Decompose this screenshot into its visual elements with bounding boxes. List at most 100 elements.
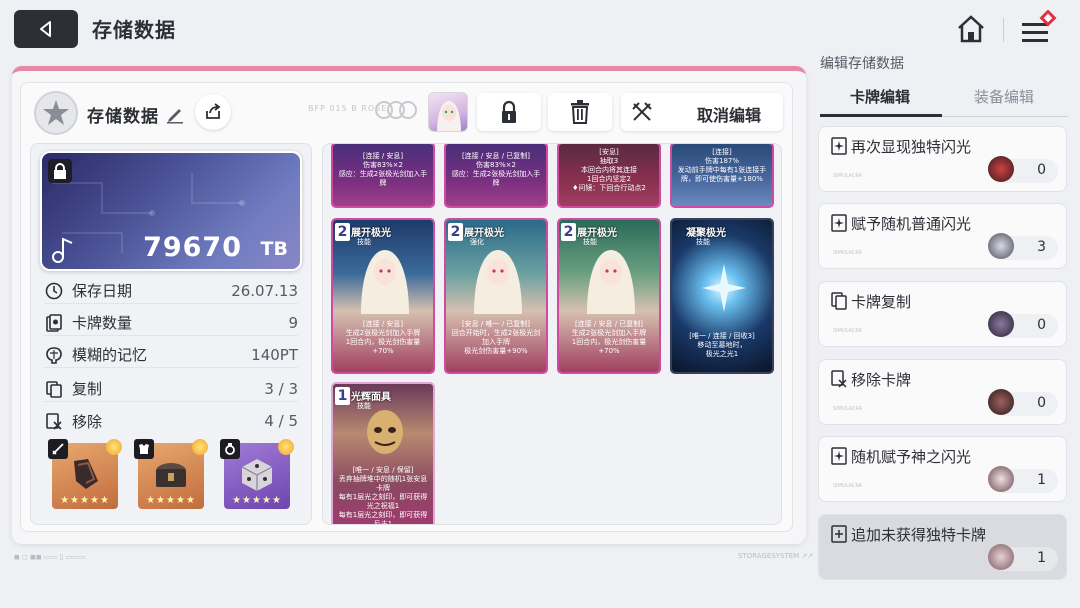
action-label: 卡牌复制 — [851, 293, 912, 311]
equipment-slot-armor[interactable]: ★★★★★ — [134, 439, 208, 509]
right-panel-header: 编辑存储数据 — [820, 56, 904, 72]
page-title: 存储数据 — [92, 18, 176, 42]
card-item[interactable]: 2 展开极光 强化 [安息 / 唯一 / 已复制] 回合开始时，生成2张极光剑加… — [444, 218, 548, 374]
delete-button[interactable] — [548, 93, 612, 131]
card-item[interactable]: 2 展开极光 技能 [连接 / 安息 / 已复制] 生成2张极光剑加入手牌 1回… — [557, 218, 661, 374]
equipment-stars: ★★★★★ — [232, 495, 282, 506]
copy-icon — [831, 292, 847, 310]
card-text: [安息] 抽取3 本回合内将其连接 1回合内坚定2 ♦问镜：下回合行动点2 — [572, 148, 646, 192]
lock-icon — [502, 100, 516, 123]
card-item[interactable]: [连接 / 安息 / 已复制] 伤害83%×2 感应：生成2张极光剑加入手牌 — [444, 144, 548, 208]
action-add-unowned-unique-card[interactable]: 追加未获得独特卡牌 1 — [818, 514, 1067, 580]
back-button[interactable] — [14, 10, 78, 48]
action-remove-card[interactable]: 移除卡牌 SIMULACRA 0 — [818, 359, 1067, 425]
edit-name-icon[interactable] — [165, 104, 185, 124]
card-text: [连接] 伤害187% 发动前手牌中每有1张连接手牌，即可使伤害量+180% — [677, 148, 767, 183]
armor-icon — [134, 439, 154, 459]
action-watermark: SIMULACRA — [833, 406, 863, 412]
cancel-edit-button[interactable]: 取消编辑 — [621, 93, 783, 131]
resource-orb-icon — [988, 156, 1014, 182]
resource-orb-icon — [988, 466, 1014, 492]
action-label: 移除卡牌 — [851, 371, 912, 389]
action-count: 1 — [1037, 550, 1046, 566]
tb-lock-icon — [48, 159, 72, 183]
save-emblem-icon — [34, 91, 78, 135]
remove-icon — [831, 370, 847, 388]
stat-row-save-date: 保存日期 26.07.13 — [44, 278, 298, 304]
stat-label: 模糊的记忆 — [72, 346, 148, 364]
action-counter: 1 — [988, 544, 1058, 571]
action-watermark: SIMULACRA — [833, 173, 863, 179]
stat-label: 复制 — [72, 380, 103, 398]
action-counter: 0 — [988, 156, 1058, 183]
tab-card-edit[interactable]: 卡牌编辑 — [850, 86, 910, 107]
equipment-stars: ★★★★★ — [60, 495, 110, 506]
card-text: [连接 / 安息] 伤害83%×2 感应：生成2张极光剑加入手牌 — [338, 152, 428, 187]
card-item[interactable]: 1 光辉面具 技能 [唯一 / 安息 / 保留] 丢弃抽牌堆中的随机1张安息卡牌… — [331, 382, 435, 525]
memory-icon — [44, 345, 64, 365]
card-cost: 2 — [335, 223, 350, 241]
card-item[interactable]: [连接] 伤害187% 发动前手牌中每有1张连接手牌，即可使伤害量+180% — [670, 144, 774, 208]
card-text: [连接 / 安息 / 已复制] 伤害83%×2 感应：生成2张极光剑加入手牌 — [451, 152, 541, 187]
stat-row-memory: 模糊的记忆 140PT — [44, 342, 298, 368]
action-count: 0 — [1037, 395, 1046, 411]
action-random-normal-flash[interactable]: 赋予随机普通闪光 SIMULACRA 3 — [818, 203, 1067, 269]
gauntlet-art — [74, 459, 98, 489]
home-icon — [958, 15, 984, 43]
stat-label: 保存日期 — [72, 282, 133, 300]
card-text: [唯一 / 安息 / 保留] 丢弃抽牌堆中的随机1张安息卡牌 每有1层光之刻印，… — [338, 466, 428, 525]
card-item[interactable]: [安息] 抽取3 本回合内将其连接 1回合内坚定2 ♦问镜：下回合行动点2 — [557, 144, 661, 208]
action-card-copy[interactable]: 卡牌复制 SIMULACRA 0 — [818, 281, 1067, 347]
action-counter: 1 — [988, 466, 1058, 493]
home-button[interactable] — [954, 12, 988, 46]
cancel-edit-label: 取消编辑 — [697, 106, 762, 125]
action-counter: 3 — [988, 233, 1058, 260]
action-reshow-unique-flash[interactable]: 再次显现独特闪光 SIMULACRA 0 — [818, 126, 1067, 192]
card-type: 技能 — [696, 238, 710, 246]
dice-art — [241, 459, 273, 491]
copy-icon — [44, 379, 64, 399]
card-type: 技能 — [583, 238, 597, 246]
action-label: 再次显现独特闪光 — [851, 138, 972, 156]
stat-value: 3 / 3 — [264, 379, 298, 398]
trash-icon — [571, 100, 589, 124]
equipment-slot-ring[interactable]: ★★★★★ — [220, 439, 294, 509]
crossed-swords-icon — [632, 102, 652, 121]
save-name: 存储数据 — [87, 107, 159, 127]
tab-equipment-edit[interactable]: 装备编辑 — [974, 86, 1034, 107]
card-text: [连接 / 安息] 生成2张极光剑加入手牌 1回合内，极光剑伤害量+70% — [345, 320, 421, 355]
card-cost: 2 — [448, 223, 463, 241]
action-count: 3 — [1037, 239, 1046, 255]
music-note-icon — [48, 235, 78, 265]
card-flash-icon — [831, 447, 847, 465]
tb-value: 79670 — [143, 232, 242, 263]
equipment-slot-weapon[interactable]: ★★★★★ — [48, 439, 122, 509]
resource-orb-icon — [988, 311, 1014, 337]
sword-icon — [48, 439, 68, 459]
card-item[interactable]: [连接 / 安息] 伤害83%×2 感应：生成2张极光剑加入手牌 — [331, 144, 435, 208]
menu-icon — [1022, 9, 1057, 42]
card-add-icon — [831, 525, 847, 543]
chest-art — [156, 463, 186, 487]
resource-orb-icon — [988, 389, 1014, 415]
back-arrow-icon — [40, 21, 51, 37]
header-divider — [1003, 18, 1004, 42]
action-count: 0 — [1037, 162, 1046, 178]
top-bar: 存储数据 — [0, 0, 1080, 58]
card-item[interactable]: 2 展开极光 技能 [连接 / 安息] 生成2张极光剑加入手牌 1回合内，极光剑… — [331, 218, 435, 374]
action-watermark: SIMULACRA — [833, 483, 863, 489]
action-count: 1 — [1037, 472, 1046, 488]
action-label: 随机赋予神之闪光 — [851, 448, 972, 466]
card-count-icon — [44, 313, 64, 333]
lock-button[interactable] — [477, 93, 541, 131]
share-button[interactable] — [195, 94, 231, 130]
menu-button[interactable] — [1018, 9, 1062, 50]
tb-unit: TB — [260, 238, 288, 260]
action-random-god-flash[interactable]: 随机赋予神之闪光 SIMULACRA 1 — [818, 436, 1067, 502]
card-text: [安息 / 唯一 / 已复制] 回合开始时，生成2张极光剑加入手牌 极光剑伤害量… — [451, 320, 541, 355]
card-item[interactable]: 凝聚极光 技能 [唯一 / 连接 / 回收3] 移动至墓地时， 极光之光1 — [670, 218, 774, 374]
rarity-sun-icon — [106, 439, 122, 455]
tb-card: 79670 TB — [40, 151, 302, 271]
rarity-sun-icon — [192, 439, 208, 455]
character-avatar[interactable] — [428, 92, 468, 132]
